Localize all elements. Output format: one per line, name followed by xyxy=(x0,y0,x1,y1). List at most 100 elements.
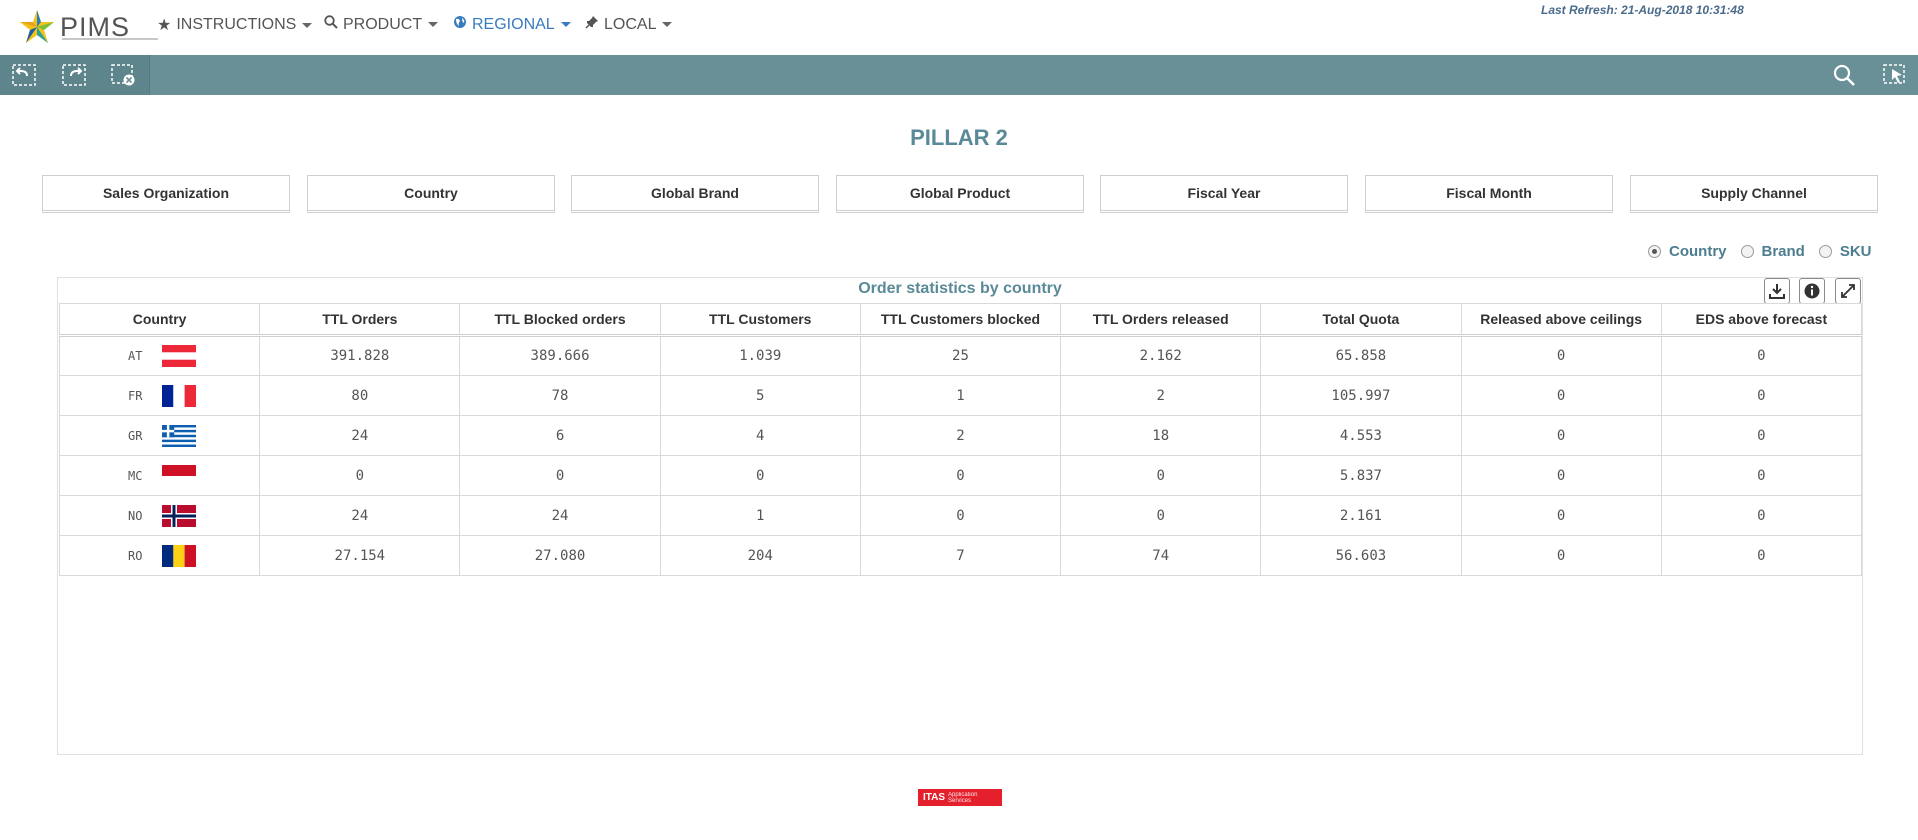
column-header[interactable]: TTL Orders released xyxy=(1060,303,1262,337)
chevron-down-icon xyxy=(428,22,439,27)
nav-local[interactable]: LOCAL xyxy=(585,15,673,34)
table-row[interactable]: GR 24 6 4 2 18 4.553 0 0 xyxy=(58,415,1863,456)
nav-instructions[interactable]: ★ INSTRUCTIONS xyxy=(157,15,313,35)
table-cell: 56.603 xyxy=(1260,535,1462,576)
table-cell: 80 xyxy=(259,375,461,416)
filter-bar: Sales Organization Country Global Brand … xyxy=(42,175,1878,213)
table-cell: 0 xyxy=(1660,375,1863,416)
column-header[interactable]: Total Quota xyxy=(1260,303,1462,337)
table-row[interactable]: RO 27.154 27.080 204 7 74 56.603 0 0 xyxy=(58,535,1863,576)
column-header[interactable]: TTL Orders xyxy=(259,303,461,337)
country-cell[interactable]: NO xyxy=(58,495,261,536)
order-statistics-panel: Order statistics by country Country TTL … xyxy=(57,277,1863,755)
table-row[interactable]: FR 80 78 5 1 2 105.997 0 0 xyxy=(58,375,1863,416)
filter-global-product[interactable]: Global Product xyxy=(836,175,1084,213)
table-cell: 0 xyxy=(859,455,1062,496)
filter-sales-organization[interactable]: Sales Organization xyxy=(42,175,290,213)
table-cell: 1 xyxy=(659,495,861,536)
table-cell: 24 xyxy=(259,415,461,456)
back-selection-icon[interactable] xyxy=(11,63,37,87)
table-row[interactable]: AT 391.828 389.666 1.039 25 2.162 65.858… xyxy=(58,335,1863,376)
table-row[interactable]: MC 0 0 0 0 0 5.837 0 0 xyxy=(58,455,1863,496)
flag-greece-icon xyxy=(162,424,196,447)
radio-brand[interactable]: Brand xyxy=(1740,243,1805,260)
country-cell[interactable]: MC xyxy=(58,455,261,496)
flag-austria-icon xyxy=(162,345,196,367)
table-cell: 0 xyxy=(1460,495,1662,536)
table-cell: 0 xyxy=(1660,335,1863,376)
nav-regional[interactable]: REGIONAL xyxy=(453,15,571,34)
order-statistics-table: Country TTL Orders TTL Blocked orders TT… xyxy=(58,303,1863,576)
selection-toolbar xyxy=(0,55,1918,95)
radio-dot xyxy=(1740,245,1754,258)
nav-product[interactable]: PRODUCT xyxy=(324,15,439,34)
column-header[interactable]: Released above ceilings xyxy=(1460,303,1662,337)
filter-country[interactable]: Country xyxy=(307,175,555,213)
radio-dot-selected xyxy=(1648,245,1661,258)
logo-tagline xyxy=(62,38,158,40)
panel-title: Order statistics by country xyxy=(858,280,1062,297)
forward-selection-icon[interactable] xyxy=(61,63,87,87)
table-cell: 5.837 xyxy=(1260,455,1462,496)
flag-france-icon xyxy=(162,384,196,407)
column-header[interactable]: Country xyxy=(58,303,261,337)
table-cell: 65.858 xyxy=(1260,335,1462,376)
filter-fiscal-year[interactable]: Fiscal Year xyxy=(1100,175,1348,213)
table-cell: 18 xyxy=(1060,415,1262,456)
download-icon[interactable] xyxy=(1764,278,1790,304)
flag-norway-icon xyxy=(162,504,196,527)
table-cell: 7 xyxy=(859,535,1062,576)
table-cell: 6 xyxy=(459,415,661,456)
table-cell: 25 xyxy=(859,335,1062,376)
table-cell: 0 xyxy=(459,455,661,496)
country-cell[interactable]: FR xyxy=(58,375,261,416)
table-cell: 74 xyxy=(1060,535,1262,576)
logo-star-icon xyxy=(18,8,56,46)
radio-sku-label: SKU xyxy=(1839,243,1872,260)
top-navbar: PIMS ★ INSTRUCTIONS PRODUCT REGIONAL LOC… xyxy=(0,0,1918,55)
table-cell: 0 xyxy=(1060,455,1262,496)
column-header[interactable]: TTL Customers xyxy=(659,303,861,337)
table-cell: 0 xyxy=(1060,495,1262,536)
column-header[interactable]: EDS above forecast xyxy=(1660,303,1863,337)
radio-country[interactable]: Country xyxy=(1648,243,1727,260)
country-cell[interactable]: RO xyxy=(58,535,261,576)
table-cell: 2.162 xyxy=(1060,335,1262,376)
nav-local-label: LOCAL xyxy=(604,15,657,33)
table-cell: 0 xyxy=(1460,375,1662,416)
filter-fiscal-month[interactable]: Fiscal Month xyxy=(1365,175,1613,213)
country-cell[interactable]: AT xyxy=(58,335,261,376)
chevron-down-icon xyxy=(662,22,673,27)
radio-dot xyxy=(1818,245,1832,258)
table-cell: 389.666 xyxy=(459,335,661,376)
expand-icon[interactable] xyxy=(1835,278,1861,304)
info-icon[interactable] xyxy=(1799,278,1825,304)
globe-icon xyxy=(453,15,467,34)
nav-instructions-label: INSTRUCTIONS xyxy=(176,16,297,33)
table-cell: 0 xyxy=(1660,415,1863,456)
filter-supply-channel[interactable]: Supply Channel xyxy=(1630,175,1878,213)
selections-tool-icon[interactable] xyxy=(1882,63,1908,87)
column-header[interactable]: TTL Customers blocked xyxy=(859,303,1062,337)
column-header[interactable]: TTL Blocked orders xyxy=(459,303,661,337)
clear-selections-icon[interactable] xyxy=(110,63,136,87)
radio-sku[interactable]: SKU xyxy=(1818,243,1872,260)
country-code: FR xyxy=(128,388,143,403)
logo-text: PIMS xyxy=(60,11,131,42)
table-cell: 27.154 xyxy=(259,535,461,576)
page-title: PILLAR 2 xyxy=(910,125,1008,150)
chevron-down-icon xyxy=(302,22,313,28)
radio-country-label: Country xyxy=(1669,243,1727,260)
flag-romania-icon xyxy=(162,544,196,567)
table-cell: 0 xyxy=(1460,335,1662,376)
country-code: NO xyxy=(128,508,143,523)
table-cell: 27.080 xyxy=(459,535,661,576)
country-code: AT xyxy=(128,349,143,363)
app-logo[interactable]: PIMS xyxy=(18,8,158,46)
search-icon[interactable] xyxy=(1832,63,1858,87)
country-cell[interactable]: GR xyxy=(58,415,261,456)
itas-footer-logo: ITAS Application Services xyxy=(918,789,1002,806)
filter-global-brand[interactable]: Global Brand xyxy=(571,175,819,213)
table-row[interactable]: NO 24 24 1 0 0 2.161 0 0 xyxy=(58,495,1863,536)
table-header-row: Country TTL Orders TTL Blocked orders TT… xyxy=(58,303,1863,337)
